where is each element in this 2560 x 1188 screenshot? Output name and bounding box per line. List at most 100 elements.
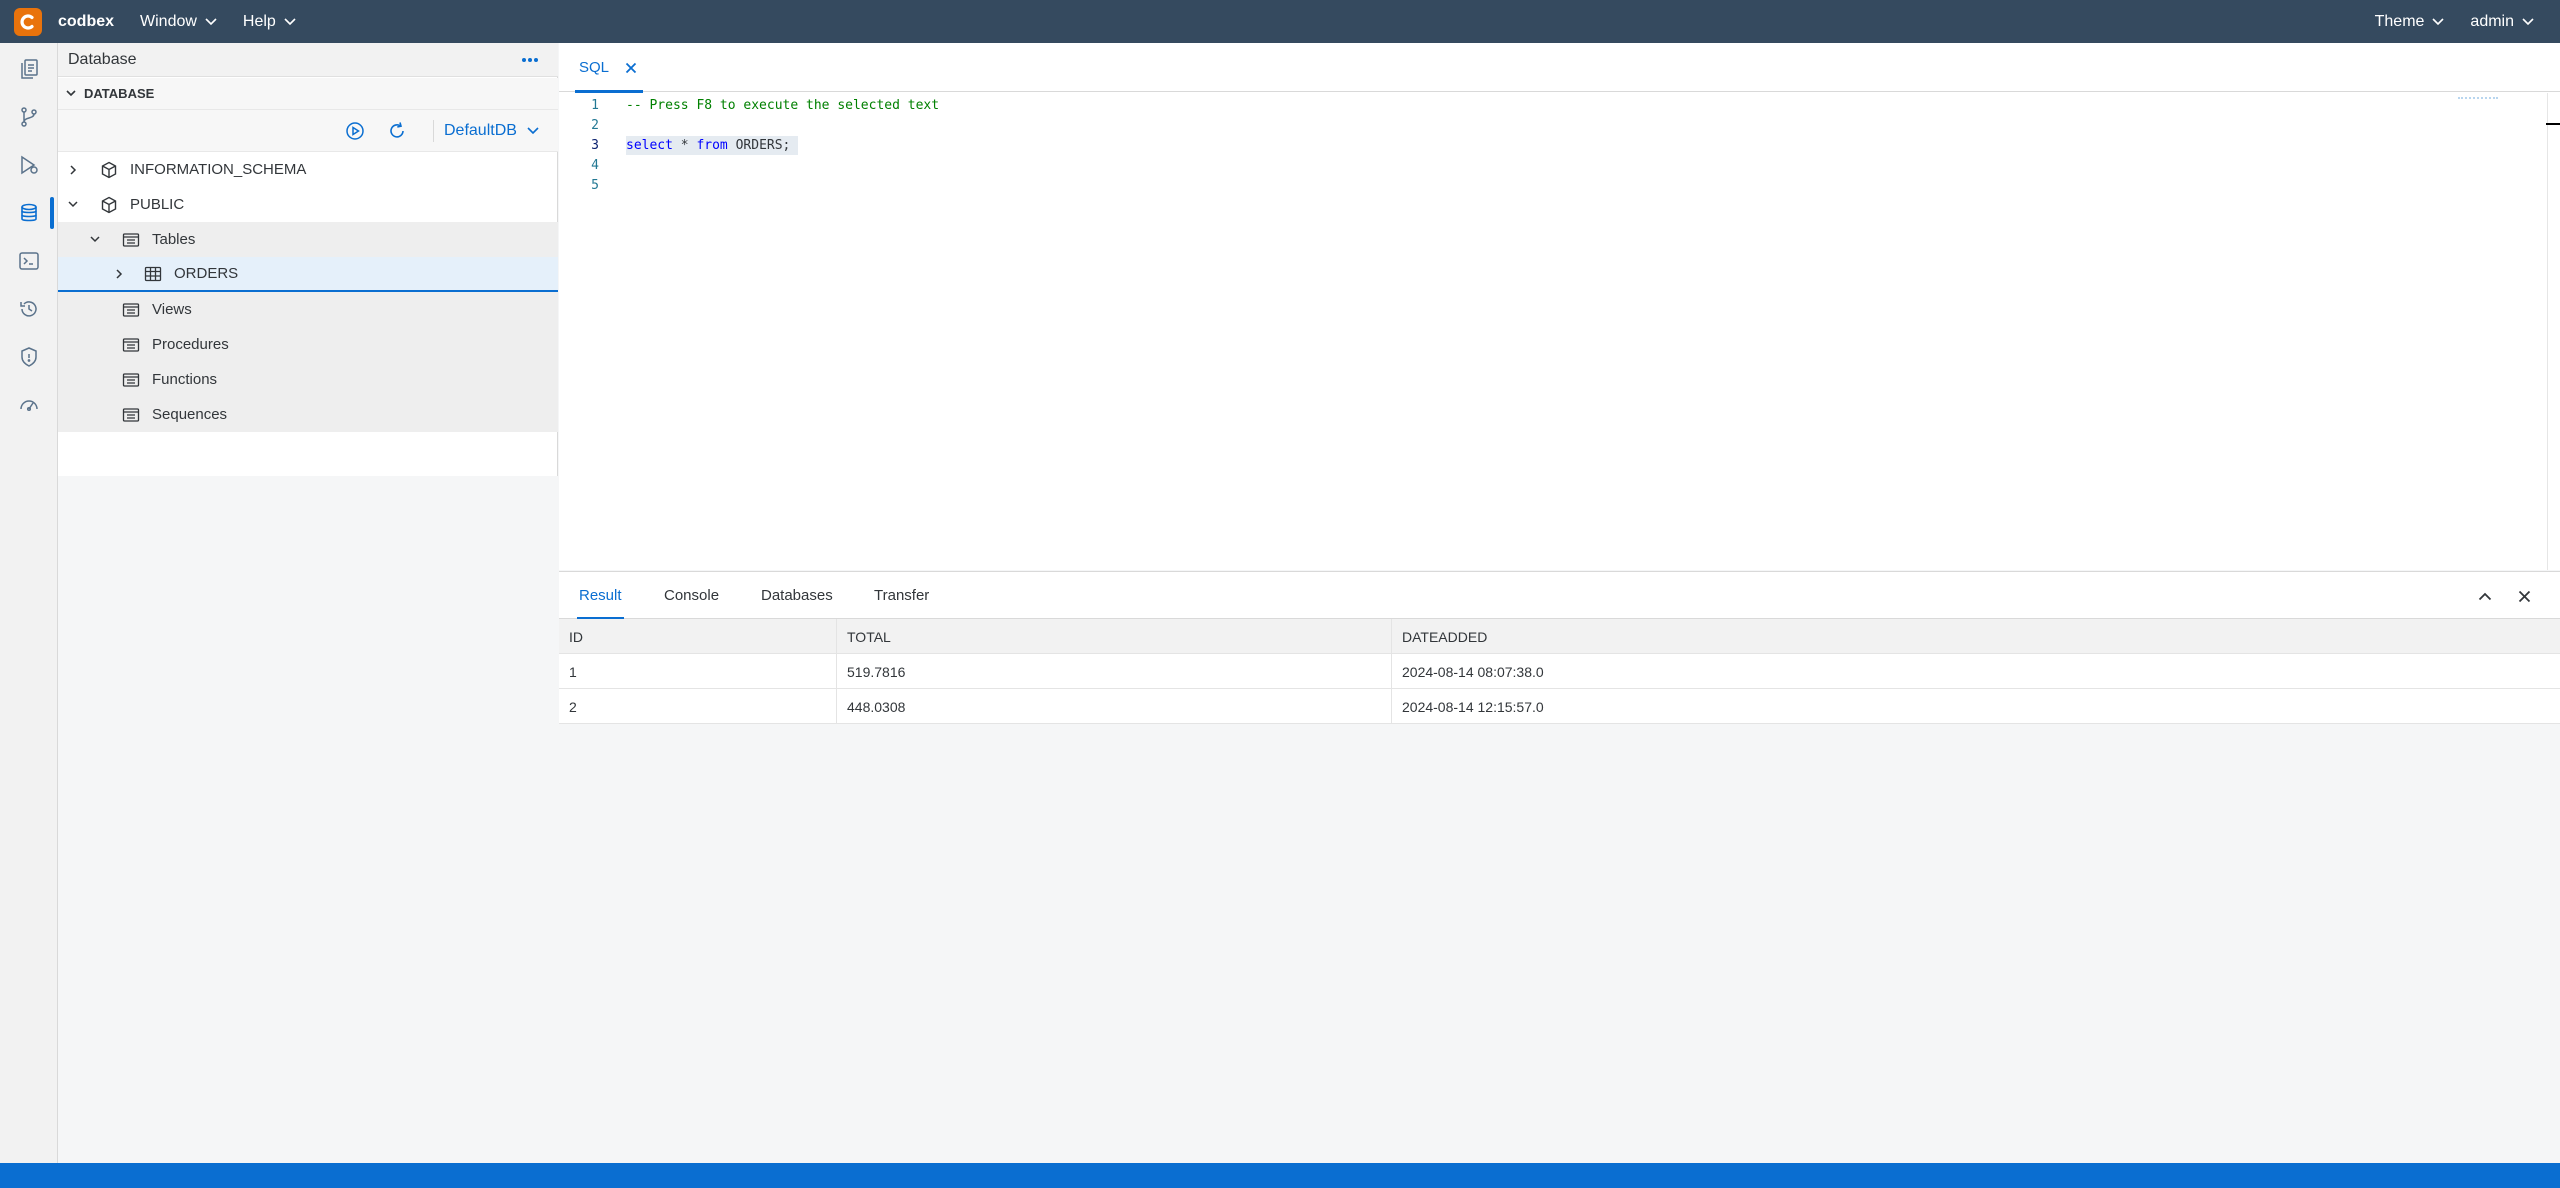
tree-item-public[interactable]: PUBLIC (58, 187, 558, 222)
tree-item-label: Tables (152, 231, 196, 248)
line-number: 1 (591, 97, 599, 113)
rail-item-security[interactable] (0, 333, 58, 381)
dashboard-icon (20, 400, 38, 412)
chevron-down-icon (527, 127, 539, 135)
tab-result[interactable]: Result (577, 572, 624, 620)
database-section-toggle[interactable]: DATABASE (58, 78, 558, 110)
chevron-down-icon (2522, 17, 2534, 26)
table-row[interactable]: 1 519.7816 2024-08-14 08:07:38.0 (559, 654, 2560, 689)
toolbar-separator (433, 120, 434, 142)
code-editor[interactable]: 1 -- Press F8 to execute the selected te… (559, 93, 2560, 570)
editor-tab-bar: SQL (559, 43, 2560, 93)
tree-item-label: Functions (152, 371, 218, 388)
menu-theme[interactable]: Theme (2375, 13, 2445, 31)
tree-item-views[interactable]: Views (58, 292, 558, 327)
menu-help-label: Help (242, 12, 276, 30)
rail-item-terminal[interactable] (0, 237, 58, 285)
cell-total: 519.7816 (837, 654, 1392, 689)
folder-icon (122, 301, 140, 319)
tree-empty-area (58, 476, 558, 1176)
tree-item-tables[interactable]: Tables (58, 222, 558, 257)
database-toolbar: DefaultDB (58, 110, 558, 152)
chevron-right-icon[interactable] (112, 267, 126, 281)
minimap[interactable] (2458, 97, 2498, 101)
code-line: 1 -- Press F8 to execute the selected te… (559, 95, 2539, 115)
terminal-icon (19, 252, 39, 270)
tree-item-sequences[interactable]: Sequences (58, 397, 558, 432)
refresh-button[interactable] (386, 120, 408, 142)
code-line: 3 select * from ORDERS; (559, 135, 2539, 155)
more-icon (522, 58, 538, 62)
chevron-down-icon (205, 17, 217, 26)
perspective-rail (0, 43, 58, 1163)
keyword-select: select (626, 137, 673, 153)
close-icon (2518, 590, 2530, 602)
chevron-down-icon (66, 90, 76, 97)
more-options-button[interactable] (518, 50, 542, 70)
folder-icon (122, 371, 140, 389)
rail-item-dashboard[interactable] (0, 381, 58, 429)
rail-item-deploy[interactable] (0, 141, 58, 189)
tab-transfer[interactable]: Transfer (874, 572, 929, 619)
chevron-down-icon (284, 17, 296, 26)
keyword-from: from (696, 137, 728, 153)
line-number: 3 (591, 137, 599, 153)
close-icon (625, 62, 637, 73)
chevron-down-icon[interactable] (88, 233, 102, 247)
result-header-row: ID TOTAL DATEADDED (559, 619, 2560, 654)
tab-console[interactable]: Console (664, 572, 719, 619)
column-header-dateadded[interactable]: DATEADDED (1392, 619, 2560, 654)
codbex-logo-icon[interactable] (14, 7, 42, 36)
table-icon (144, 265, 162, 283)
code-line: 2 (559, 115, 2539, 135)
database-icon (21, 203, 37, 222)
line-number: 5 (591, 177, 599, 193)
folder-icon (122, 406, 140, 424)
menu-window-label: Window (140, 12, 197, 30)
tree-item-functions[interactable]: Functions (58, 362, 558, 397)
tree-item-label: INFORMATION_SCHEMA (130, 161, 307, 178)
brand-name[interactable]: codbex (58, 13, 114, 31)
table-row[interactable]: 2 448.0308 2024-08-14 12:15:57.0 (559, 689, 2560, 724)
database-selector[interactable]: DefaultDB (444, 118, 539, 144)
folder-icon (122, 231, 140, 249)
menu-window[interactable]: Window (140, 13, 217, 31)
tree-item-information-schema[interactable]: INFORMATION_SCHEMA (58, 152, 558, 187)
column-header-total[interactable]: TOTAL (837, 619, 1392, 654)
rail-item-database[interactable] (0, 189, 58, 237)
tab-console-label: Console (664, 587, 720, 604)
tab-databases[interactable]: Databases (761, 572, 833, 619)
git-branch-icon (21, 107, 37, 127)
maximize-panel-button[interactable] (2473, 584, 2497, 608)
documents-icon (21, 59, 38, 79)
schema-icon (100, 196, 118, 214)
menu-help[interactable]: Help (243, 13, 296, 31)
chevron-down-icon[interactable] (66, 198, 80, 212)
database-section-title: DATABASE (84, 86, 155, 101)
column-header-id[interactable]: ID (559, 619, 837, 654)
results-tab-bar: Result Console Databases Transfer (559, 572, 2560, 620)
cell-id: 1 (559, 654, 837, 689)
close-tab-button[interactable] (625, 62, 637, 74)
deploy-icon (21, 155, 38, 175)
rail-item-documents[interactable] (0, 45, 58, 93)
database-panel-header: Database (58, 43, 558, 77)
tab-sql[interactable]: SQL (559, 43, 647, 93)
close-panel-button[interactable] (2512, 584, 2536, 608)
line-number: 2 (591, 117, 599, 133)
chevron-right-icon[interactable] (66, 163, 80, 177)
editor-scrollbar[interactable] (2547, 93, 2548, 570)
rail-item-git[interactable] (0, 93, 58, 141)
rail-item-history[interactable] (0, 285, 58, 333)
code-line-text: -- Press F8 to execute the selected text (626, 97, 940, 113)
cell-id: 2 (559, 689, 837, 724)
tab-databases-label: Databases (761, 587, 833, 604)
menu-user[interactable]: admin (2470, 13, 2534, 31)
chevron-down-icon (2432, 17, 2444, 26)
line-number: 4 (591, 157, 599, 173)
run-button[interactable] (344, 120, 366, 142)
tree-item-procedures[interactable]: Procedures (58, 327, 558, 362)
database-panel: Database DATABASE DefaultDB INFORMATION_… (58, 43, 558, 1176)
history-icon (20, 301, 37, 317)
tree-item-orders[interactable]: ORDERS (58, 257, 558, 292)
